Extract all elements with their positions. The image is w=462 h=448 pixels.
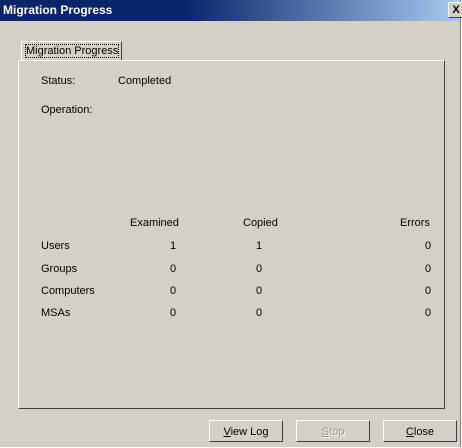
- computers-examined: 0: [169, 285, 177, 297]
- tab-label: Migration Progress: [24, 44, 120, 58]
- groups-errors: 0: [424, 263, 432, 275]
- stop-label: top: [329, 426, 345, 438]
- computers-copied: 0: [255, 285, 263, 297]
- close-label: lose: [413, 426, 435, 438]
- users-errors: 0: [424, 240, 432, 252]
- msas-errors: 0: [424, 307, 432, 319]
- view-log-mnemonic: V: [223, 426, 231, 438]
- migration-progress-dialog: Migration Progress X Migration Progress …: [0, 0, 462, 447]
- row-label-users: Users: [41, 240, 70, 252]
- status-label: Status:: [41, 75, 76, 87]
- column-header-examined: Examined: [130, 217, 179, 229]
- users-examined: 1: [169, 240, 177, 252]
- msas-examined: 0: [169, 307, 177, 319]
- computers-errors: 0: [424, 285, 432, 297]
- column-header-errors: Errors: [400, 217, 430, 229]
- window-title: Migration Progress: [3, 3, 113, 17]
- status-value: Completed: [118, 75, 172, 87]
- title-bar[interactable]: Migration Progress X: [0, 0, 462, 21]
- groups-examined: 0: [169, 263, 177, 275]
- view-log-button[interactable]: View Log: [209, 420, 283, 442]
- row-label-groups: Groups: [41, 263, 78, 275]
- groups-copied: 0: [255, 263, 263, 275]
- view-log-label: iew Log: [230, 426, 269, 438]
- msas-copied: 0: [255, 307, 263, 319]
- column-header-copied: Copied: [243, 217, 278, 229]
- close-button[interactable]: Close: [383, 420, 457, 442]
- users-copied: 1: [255, 240, 263, 252]
- row-label-computers: Computers: [41, 285, 95, 297]
- stop-button[interactable]: Stop: [296, 420, 370, 442]
- operation-label: Operation:: [41, 104, 93, 116]
- close-mnemonic: C: [405, 426, 414, 438]
- close-icon[interactable]: X: [448, 2, 462, 18]
- tab-migration-progress[interactable]: Migration Progress: [21, 41, 123, 60]
- row-label-msas: MSAs: [41, 307, 71, 319]
- stop-mnemonic: S: [321, 426, 330, 438]
